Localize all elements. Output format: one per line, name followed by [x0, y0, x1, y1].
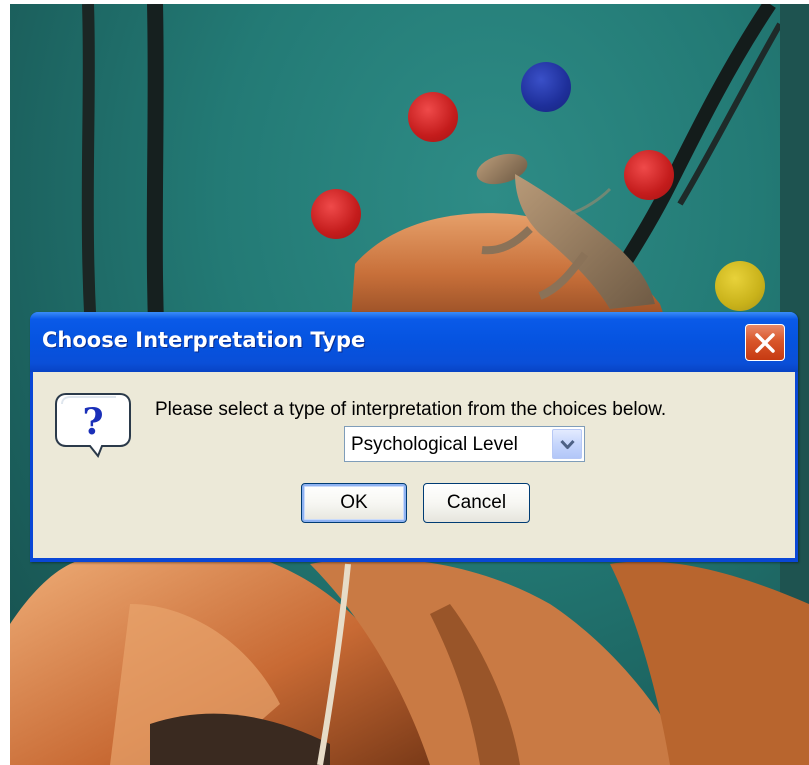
red-dot — [311, 189, 361, 239]
dialog-message: Please select a type of interpretation f… — [155, 399, 667, 420]
svg-text:?: ? — [82, 401, 103, 443]
close-icon — [755, 333, 775, 353]
chevron-down-icon — [560, 439, 575, 449]
question-bubble-icon: ? — [55, 393, 131, 458]
cancel-button[interactable]: Cancel — [423, 483, 530, 523]
interpretation-type-value: Psychological Level — [351, 434, 518, 455]
red-dot — [408, 92, 458, 142]
ok-button[interactable]: OK — [301, 483, 407, 523]
interpretation-dialog: Choose Interpretation Type ? Please sele… — [30, 312, 798, 562]
yellow-dot — [715, 261, 765, 311]
dialog-title: Choose Interpretation Type — [42, 328, 366, 352]
interpretation-type-select[interactable]: Psychological Level — [344, 426, 585, 462]
dropdown-button[interactable] — [552, 429, 582, 459]
blue-dot — [521, 62, 571, 112]
screen: Choose Interpretation Type ? Please sele… — [0, 0, 809, 765]
red-dot — [624, 150, 674, 200]
close-button[interactable] — [745, 324, 785, 361]
dialog-body: ? Please select a type of interpretation… — [33, 372, 795, 558]
dialog-titlebar[interactable]: Choose Interpretation Type — [30, 312, 798, 372]
